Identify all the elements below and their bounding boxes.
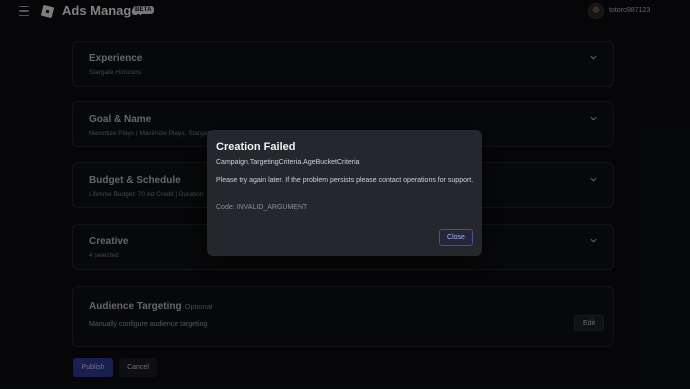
error-dialog: Creation Failed Campaign.TargetingCriter… (207, 130, 482, 256)
dialog-subtitle: Campaign.TargetingCriteria.AgeBucketCrit… (216, 159, 360, 166)
close-button[interactable]: Close (439, 229, 473, 246)
dialog-message: Please try again later. If the problem p… (216, 177, 474, 184)
error-code: Code: INVALID_ARGUMENT (216, 204, 308, 211)
dialog-title: Creation Failed (216, 141, 296, 153)
